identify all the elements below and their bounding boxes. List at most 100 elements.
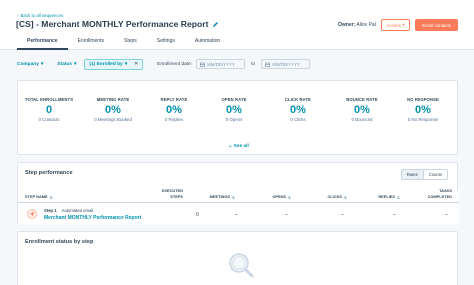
tab-settings[interactable]: Settings bbox=[147, 38, 185, 50]
col-label: MEETINGS bbox=[209, 194, 230, 200]
stat-sub: 0 Bounced bbox=[351, 117, 373, 122]
tab-enrollments[interactable]: Enrollments bbox=[68, 38, 114, 50]
back-to-sequences-link[interactable]: ‹ Back to all sequences bbox=[17, 13, 63, 18]
to-label: to bbox=[251, 61, 256, 67]
step-number: Step 1 bbox=[44, 208, 57, 213]
stat-sub: 0 Clicks bbox=[290, 117, 306, 122]
tab-steps[interactable]: Steps bbox=[114, 38, 147, 50]
enrollment-date-label: Enrollment date: bbox=[157, 61, 193, 67]
stat-click-rate[interactable]: CLICK RATE 0% 0 Clicks bbox=[268, 97, 328, 122]
cell-tasks: – bbox=[445, 212, 448, 218]
status-filter[interactable]: Status ▾ bbox=[57, 62, 76, 67]
pencil-icon[interactable] bbox=[212, 21, 219, 28]
col-opens[interactable]: OPENS ⇅ bbox=[272, 195, 291, 200]
col-replies[interactable]: REPLIES ⇅ bbox=[378, 195, 400, 200]
page-title: [CS] - Merchant MONTHLY Performance Repo… bbox=[16, 19, 219, 29]
stat-label: BOUNCE RATE bbox=[346, 97, 378, 102]
tab-label: Automation bbox=[194, 38, 221, 44]
cell-clicks: – bbox=[341, 212, 344, 218]
sort-icon: ⇅ bbox=[49, 195, 53, 200]
step-type: Automated email bbox=[61, 208, 94, 213]
cell-meetings: – bbox=[235, 212, 238, 218]
actions-button[interactable]: Actions ▾ bbox=[381, 19, 410, 31]
stat-label: TOTAL ENROLLMENTS bbox=[24, 97, 74, 102]
stat-reply-rate[interactable]: REPLY RATE 0% 0 Replies bbox=[144, 97, 204, 122]
stat-label: NO RESPONSE bbox=[407, 97, 439, 102]
performance-summary-card: TOTAL ENROLLMENTS 0 0 Contacts MEETING R… bbox=[17, 80, 458, 155]
close-icon[interactable]: ✕ bbox=[134, 62, 138, 67]
tab-label: Steps bbox=[123, 38, 137, 44]
col-label: COMPLETED bbox=[427, 194, 452, 200]
col-step-name[interactable]: STEP NAME ⇅ bbox=[25, 195, 53, 200]
enrollment-status-card: Enrollment status by step bbox=[17, 231, 458, 285]
stat-value: 0% bbox=[415, 103, 431, 116]
stat-meeting-rate[interactable]: MEETING RATE 0% 0 Meetings Booked bbox=[83, 97, 143, 122]
cell-opens: – bbox=[285, 212, 288, 218]
col-label: STEPS bbox=[170, 194, 183, 200]
sort-icon: ⇅ bbox=[287, 195, 291, 200]
magnifier-empty-state-icon bbox=[229, 253, 254, 278]
stat-value: 0% bbox=[354, 103, 370, 116]
date-to-input[interactable]: MM/DD/YYYY bbox=[261, 59, 311, 69]
company-filter[interactable]: Company ▾ bbox=[17, 62, 43, 67]
col-meetings[interactable]: MEETINGS ⇅ bbox=[210, 195, 235, 200]
stat-label: REPLY RATE bbox=[160, 97, 188, 102]
step-meta: Step 1 Automated email bbox=[44, 208, 93, 213]
enrolled-by-filter[interactable]: (1) Enrolled by ▾ ✕ bbox=[84, 58, 144, 70]
company-filter-label: Company bbox=[17, 61, 39, 67]
date-from-placeholder: MM/DD/YYYY bbox=[207, 61, 235, 67]
enroll-contacts-button[interactable]: Enroll contacts bbox=[415, 19, 458, 31]
stat-bounce-rate[interactable]: BOUNCE RATE 0% 0 Bounced bbox=[332, 97, 392, 122]
filter-bar: Company ▾ Status ▾ (1) Enrolled by ▾ ✕ E… bbox=[17, 58, 311, 70]
tab-automation[interactable]: Automation bbox=[185, 38, 230, 50]
see-all-label: See all bbox=[233, 144, 249, 149]
chevron-down-icon: ▾ bbox=[40, 61, 44, 67]
col-label: TASKS bbox=[439, 187, 452, 193]
stat-total-enrollments[interactable]: TOTAL ENROLLMENTS 0 0 Contacts bbox=[19, 97, 79, 122]
owner-name[interactable]: Alice Pai bbox=[356, 22, 375, 28]
see-all-link[interactable]: ⌄ See all bbox=[18, 144, 459, 149]
step-name-link[interactable]: Merchant MONTHLY Performance Report bbox=[44, 215, 141, 221]
table-row[interactable]: Step 1 Automated email Merchant MONTHLY … bbox=[18, 204, 459, 224]
date-from-input[interactable]: MM/DD/YYYY bbox=[196, 59, 246, 69]
chevron-down-icon: ▾ bbox=[124, 61, 128, 67]
paper-plane-icon bbox=[29, 211, 35, 217]
tab-label: Enrollments bbox=[77, 38, 104, 44]
stat-sub: 0 Contacts bbox=[38, 117, 60, 122]
calendar-icon bbox=[200, 62, 205, 67]
stat-label: CLICK RATE bbox=[284, 97, 312, 102]
stat-value: 0% bbox=[290, 103, 306, 116]
stat-value: 0 bbox=[45, 103, 53, 116]
stat-no-response[interactable]: NO RESPONSE 0% 0 No Response bbox=[393, 97, 453, 122]
stat-open-rate[interactable]: OPEN RATE 0% 0 Opens bbox=[204, 97, 264, 122]
col-label: REPLIES bbox=[378, 194, 395, 200]
owner-info: Owner: Alice Pai bbox=[338, 22, 376, 28]
counts-toggle-button[interactable]: Counts bbox=[423, 170, 447, 179]
tab-label: Performance bbox=[27, 38, 58, 44]
sort-icon: ⇅ bbox=[231, 195, 235, 200]
step-performance-title: Step performance bbox=[25, 170, 73, 176]
chevron-down-icon: ▾ bbox=[73, 61, 77, 67]
col-executed-steps[interactable]: EXECUTED STEPS bbox=[162, 188, 183, 200]
chevron-down-icon: ▾ bbox=[402, 22, 405, 27]
actions-label: Actions bbox=[386, 22, 401, 28]
sort-icon: ⇅ bbox=[396, 195, 400, 200]
col-label: STEP NAME bbox=[25, 194, 48, 200]
col-label: OPENS bbox=[272, 194, 286, 200]
status-filter-label: Status bbox=[57, 61, 72, 67]
stat-sub: 0 Opens bbox=[225, 117, 243, 122]
tab-performance[interactable]: Performance bbox=[17, 38, 68, 50]
col-tasks-completed[interactable]: TASKS COMPLETED bbox=[427, 187, 452, 200]
enrollment-status-title: Enrollment status by step bbox=[25, 239, 94, 245]
enroll-contacts-label: Enroll contacts bbox=[422, 22, 451, 28]
col-clicks[interactable]: CLICKS ⇅ bbox=[328, 195, 348, 200]
tab-label: Settings bbox=[156, 38, 175, 44]
rates-toggle-button[interactable]: Rates bbox=[401, 170, 424, 179]
stat-value: 0% bbox=[105, 103, 121, 116]
step-performance-card: Step performance Rates Counts STEP NAME … bbox=[17, 162, 459, 224]
owner-label: Owner: bbox=[338, 22, 356, 28]
stat-value: 0% bbox=[166, 103, 182, 116]
cell-replies: – bbox=[393, 212, 396, 218]
calendar-icon bbox=[265, 62, 270, 67]
stat-sub: 0 Replies bbox=[164, 117, 184, 122]
